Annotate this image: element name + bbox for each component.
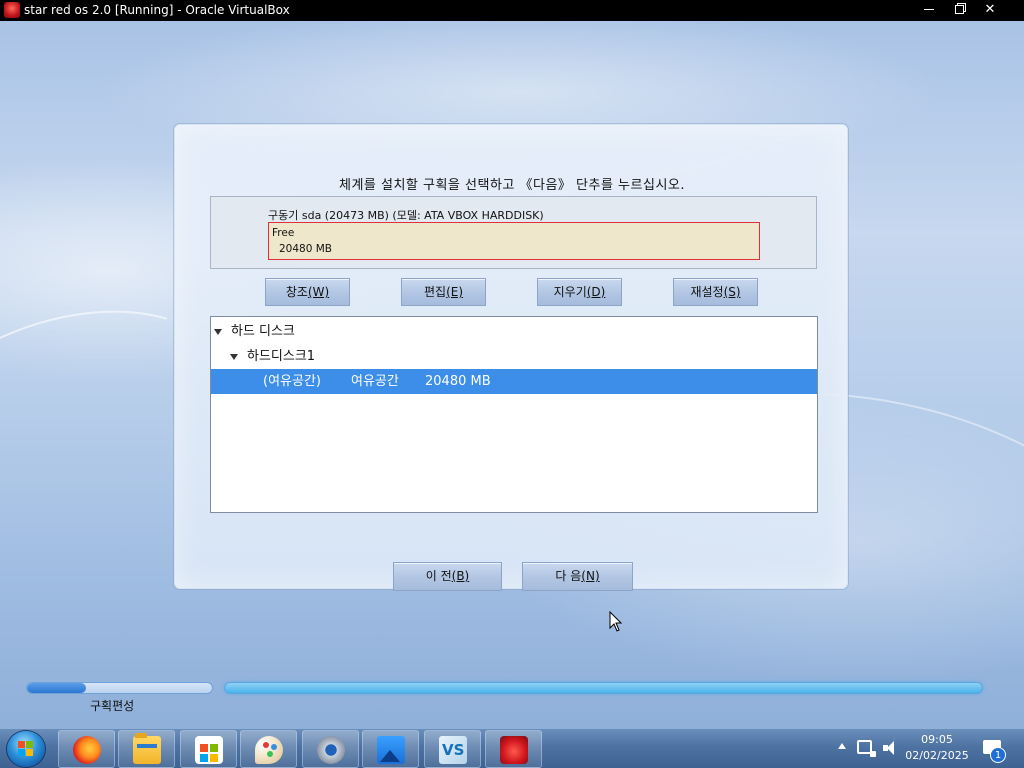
drive-panel: 구동기 sda (20473 MB) (모델: ATA VBOX HARDDIS… — [210, 196, 817, 269]
virtualbox-icon — [500, 736, 528, 764]
windows-logo-icon — [18, 741, 34, 757]
taskbar-paint[interactable] — [240, 730, 297, 768]
delete-button[interactable]: 지우기(D) — [537, 278, 622, 306]
taskbar-visual-studio[interactable] — [424, 730, 481, 768]
reset-label: 재설정 — [690, 285, 724, 299]
minimize-button[interactable] — [912, 0, 946, 20]
expand-triangle-icon[interactable] — [214, 329, 222, 335]
file-explorer-icon — [133, 733, 161, 764]
partition-dialog: 체계를 설치할 구획을 선택하고 《다음》 단추를 누르십시오. 구동기 sda… — [174, 124, 848, 591]
taskbar-settings[interactable] — [302, 730, 359, 768]
edit-label: 편집 — [423, 285, 447, 299]
delete-label: 지우기 — [553, 285, 587, 299]
restore-icon — [954, 5, 964, 14]
step-progress-fill — [27, 683, 87, 693]
restore-button[interactable] — [942, 0, 976, 20]
network-icon[interactable] — [857, 740, 876, 757]
tree-row-hard-disks[interactable]: 하드 디스크 — [211, 319, 817, 344]
back-label: 이 전 — [425, 569, 452, 583]
taskbar-virtualbox[interactable] — [485, 730, 542, 768]
tree-row-free-space[interactable]: (여유공간) 여유공간 20480 MB — [211, 369, 817, 394]
drive-label: 구동기 sda (20473 MB) (모델: ATA VBOX HARDDIS… — [268, 209, 544, 222]
taskbar-store[interactable] — [180, 730, 237, 768]
photos-icon — [377, 736, 405, 764]
microsoft-store-icon — [195, 736, 223, 764]
minimize-icon — [924, 9, 934, 10]
reset-button[interactable]: 재설정(S) — [673, 278, 758, 306]
reset-shortcut: (S) — [723, 285, 741, 299]
next-shortcut: (N) — [581, 569, 600, 583]
start-button[interactable] — [7, 731, 45, 767]
close-icon: ✕ — [984, 2, 996, 17]
step-progress-bar — [26, 682, 213, 694]
partition-type: 여유공간 — [351, 374, 399, 389]
mouse-pointer-icon — [609, 611, 623, 632]
delete-shortcut: (D) — [586, 285, 606, 299]
create-shortcut: (W) — [307, 285, 330, 299]
settings-icon — [317, 736, 345, 764]
partition-size: 20480 MB — [425, 374, 491, 389]
virtualbox-icon — [4, 2, 20, 18]
close-button[interactable]: ✕ — [973, 0, 1007, 20]
step-progress-label: 구획편성 — [90, 699, 135, 713]
clock-time: 09:05 — [921, 733, 953, 746]
next-button[interactable]: 다 음(N) — [522, 562, 633, 591]
taskbar: 09:05 02/02/2025 1 — [0, 728, 1024, 768]
edit-shortcut: (E) — [446, 285, 464, 299]
free-space-block[interactable]: Free 20480 MB — [268, 222, 760, 260]
show-hidden-icons-icon[interactable] — [838, 743, 846, 749]
guest-desktop: 체계를 설치할 구획을 선택하고 《다음》 단추를 누르십시오. 구동기 sda… — [0, 21, 1024, 728]
window-title: star red os 2.0 [Running] - Oracle Virtu… — [24, 3, 290, 17]
paint-icon — [255, 736, 283, 764]
free-space-size: 20480 MB — [279, 243, 333, 255]
clock-date: 02/02/2025 — [905, 749, 969, 762]
speaker-muted-icon[interactable] — [883, 741, 899, 755]
taskbar-file-explorer[interactable] — [118, 730, 175, 768]
overall-progress-bar — [224, 682, 983, 694]
free-space-name: Free — [272, 227, 295, 239]
visual-studio-icon — [439, 736, 467, 764]
taskbar-firefox[interactable] — [58, 730, 115, 768]
next-label: 다 음 — [555, 569, 582, 583]
create-label: 창조 — [285, 285, 308, 299]
create-button[interactable]: 창조(W) — [265, 278, 350, 306]
instruction-text: 체계를 설치할 구획을 선택하고 《다음》 단추를 누르십시오. — [338, 178, 685, 193]
tree-row-disk1[interactable]: 하드디스크1 — [211, 344, 817, 369]
partition-device: (여유공간) — [263, 374, 321, 389]
firefox-icon — [73, 736, 101, 764]
partition-tree: 하드 디스크 하드디스크1 (여유공간) 여유공간 20480 MB — [210, 316, 818, 513]
expand-triangle-icon[interactable] — [230, 354, 238, 360]
taskbar-photos[interactable] — [362, 730, 419, 768]
back-button[interactable]: 이 전(B) — [393, 562, 502, 591]
tree-root-label: 하드 디스크 — [231, 324, 295, 339]
notification-count-badge: 1 — [990, 747, 1006, 763]
edit-button[interactable]: 편집(E) — [401, 278, 486, 306]
back-shortcut: (B) — [451, 569, 470, 583]
taskbar-clock[interactable]: 09:05 02/02/2025 — [902, 732, 972, 764]
vm-window-titlebar: star red os 2.0 [Running] - Oracle Virtu… — [0, 0, 1024, 21]
tree-disk-label: 하드디스크1 — [247, 349, 316, 364]
